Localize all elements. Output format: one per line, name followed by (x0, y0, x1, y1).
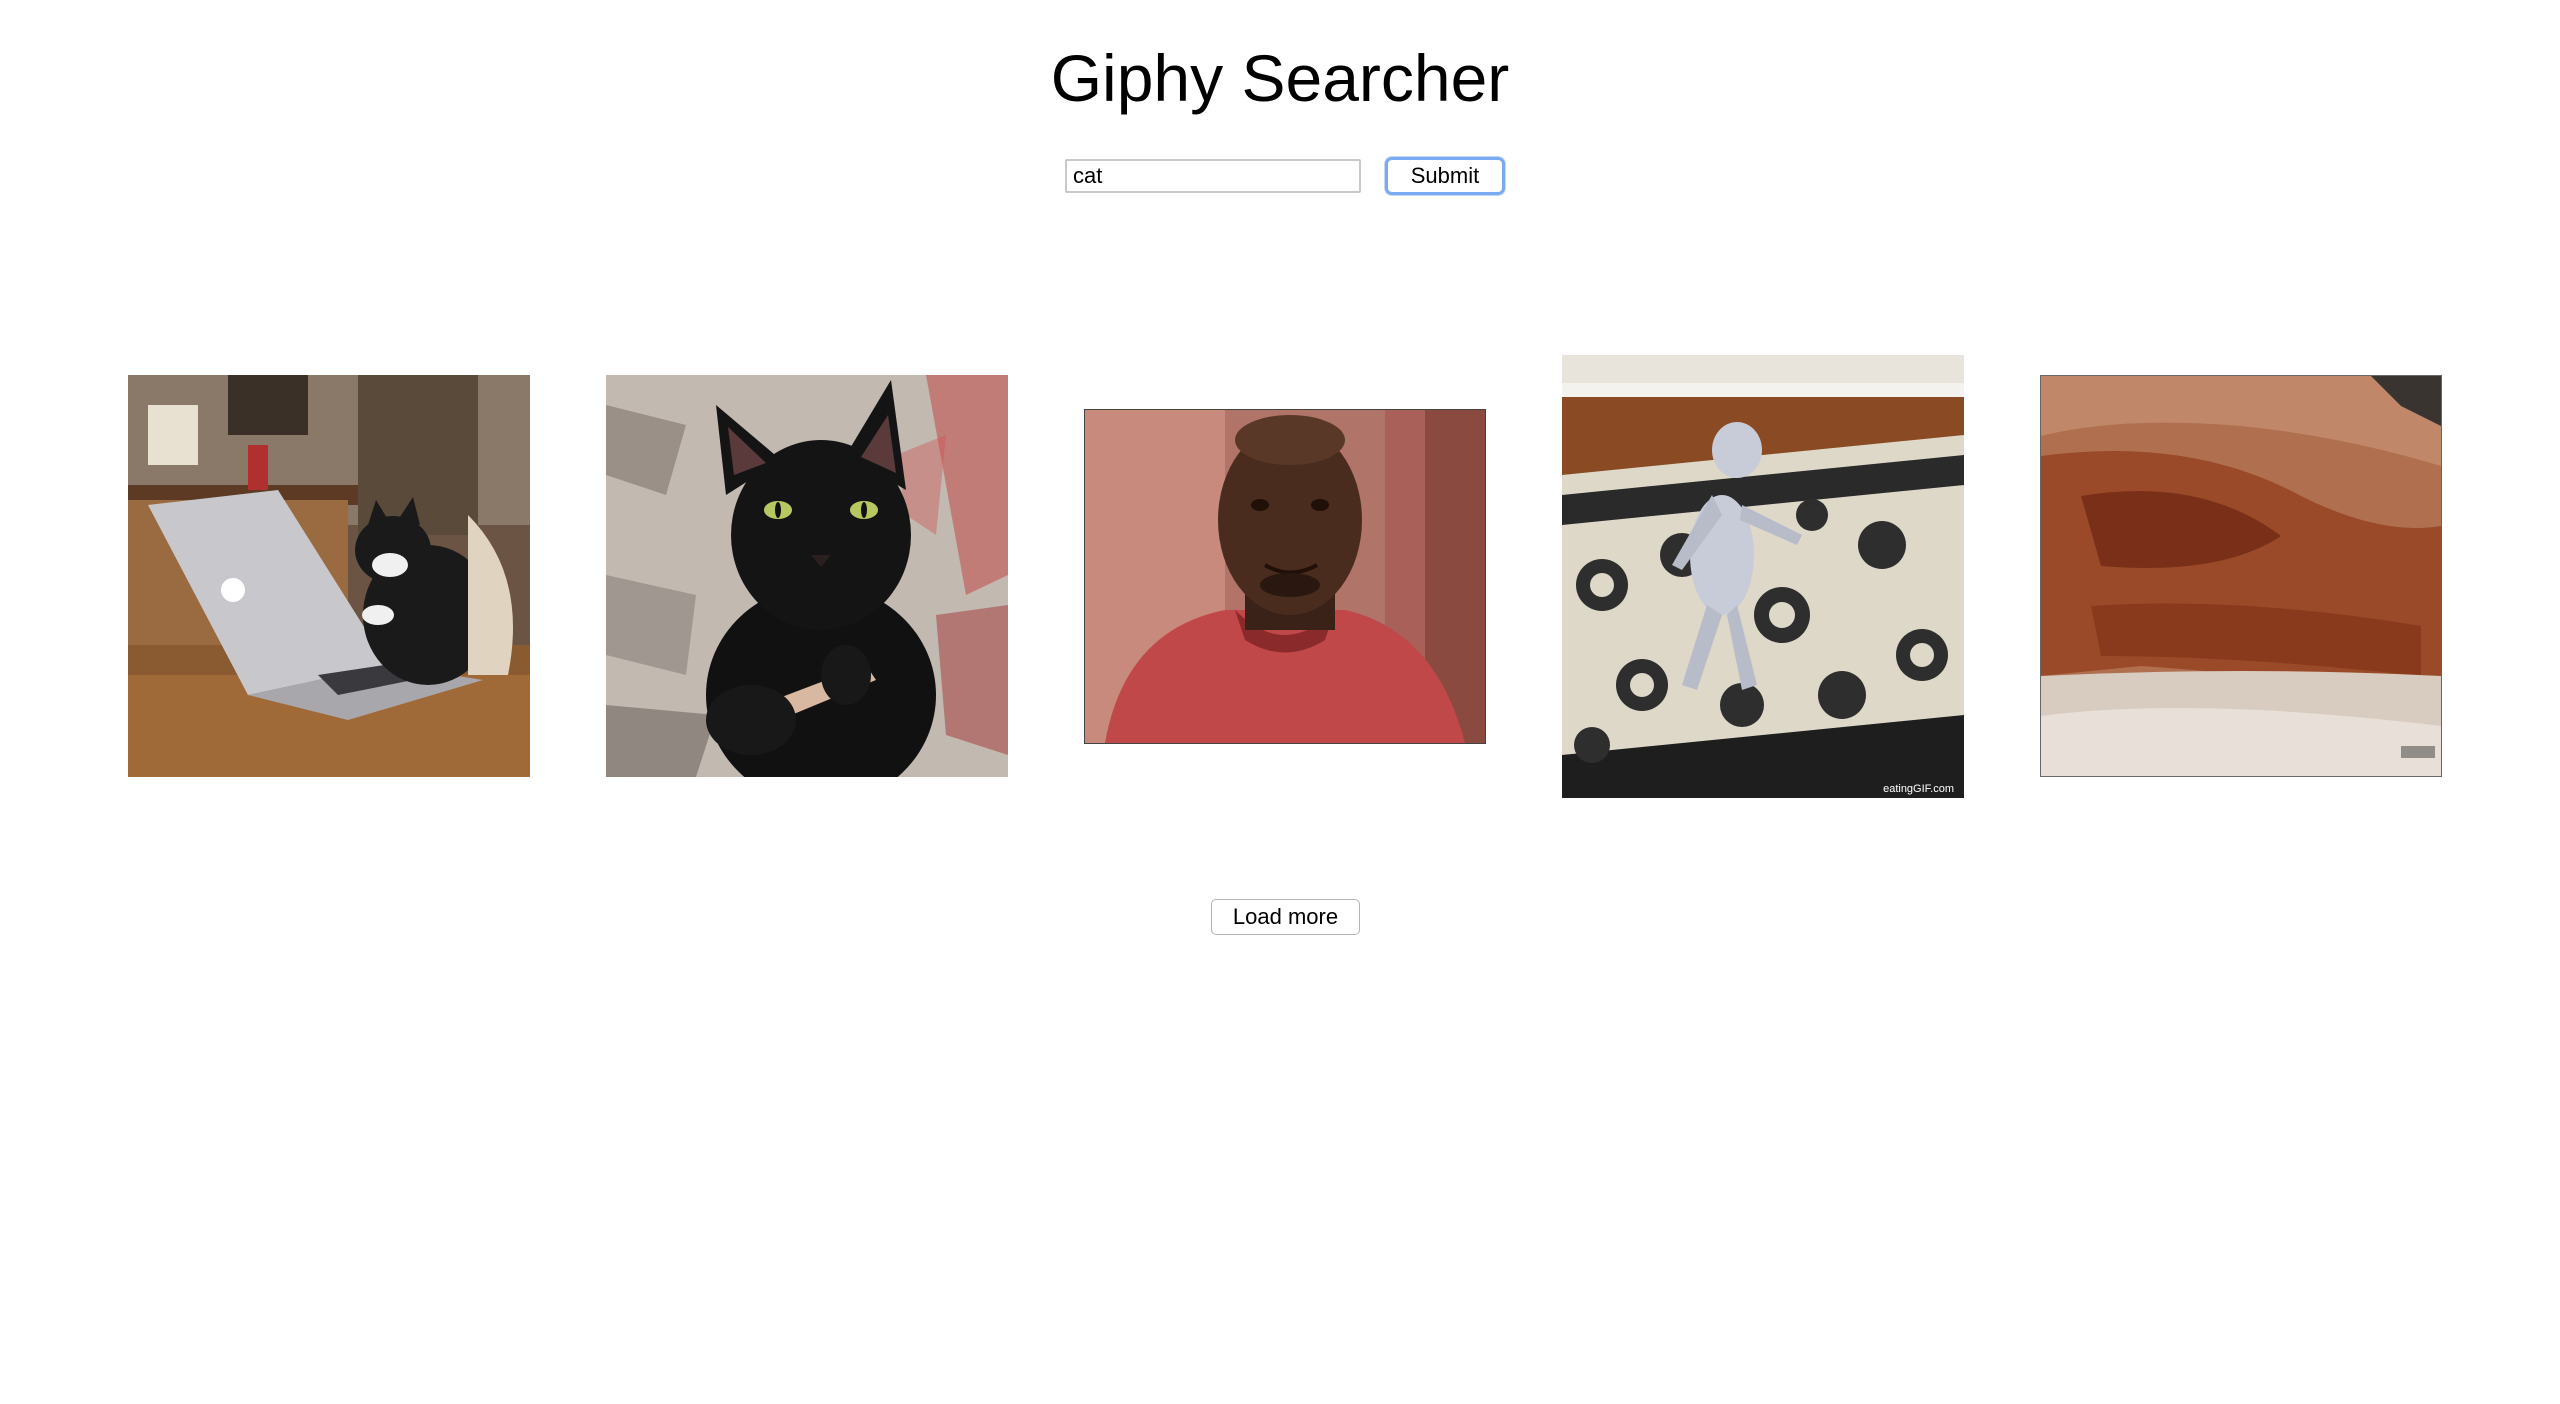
gif-result-black-cat (606, 375, 1008, 777)
submit-button[interactable]: Submit (1385, 157, 1505, 195)
gif-result-cat-laptop (128, 375, 530, 777)
search-form: Submit (0, 157, 2560, 197)
page-title: Giphy Searcher (1050, 41, 1510, 115)
search-input[interactable] (1065, 159, 1361, 193)
gif-watermark: eatingGIF.com (1883, 783, 1954, 795)
gif-result-blurry-cat (2040, 375, 2442, 777)
gif-result-man-red-shirt (1084, 409, 1486, 744)
load-more-button[interactable]: Load more (1211, 899, 1360, 935)
gif-result-cat-dancing-rug: eatingGIF.com (1562, 355, 1964, 798)
